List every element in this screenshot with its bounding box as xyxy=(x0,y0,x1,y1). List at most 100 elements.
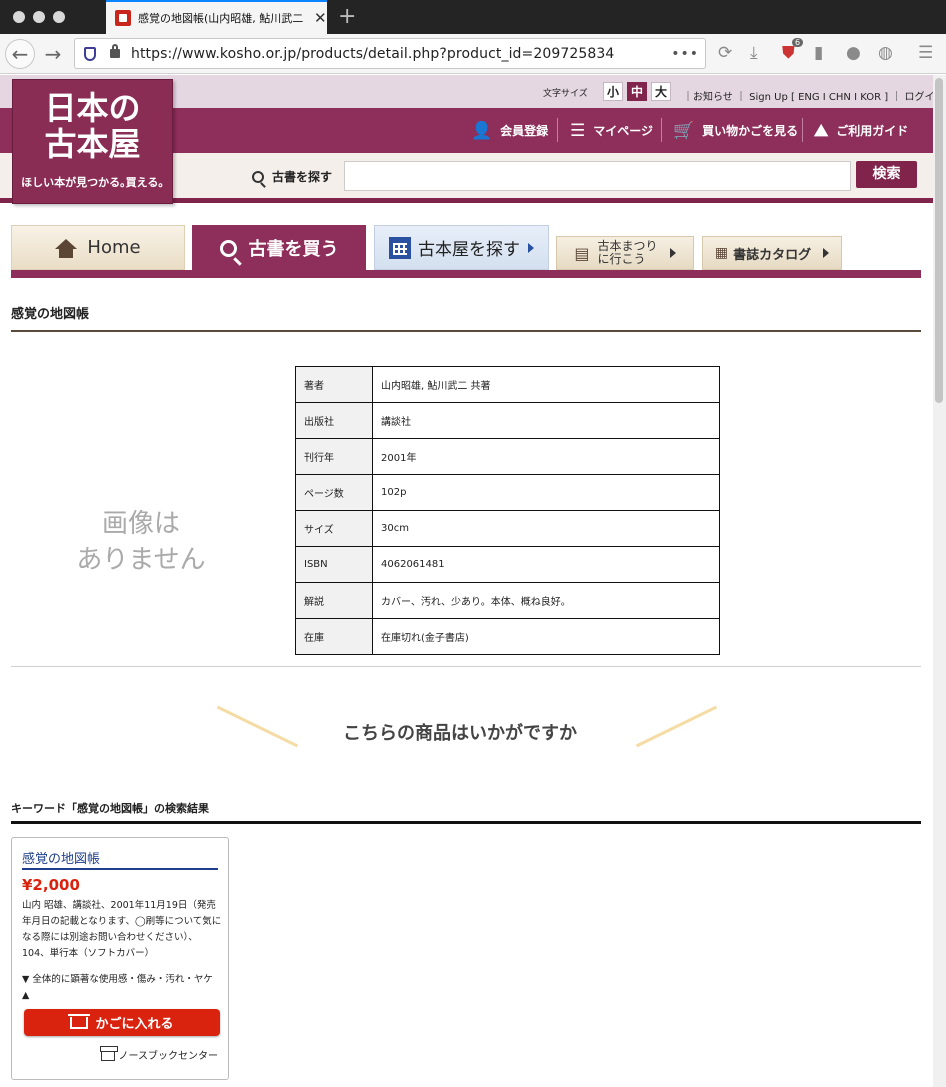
arrow-right-icon xyxy=(528,242,534,253)
page-actions-icon[interactable]: ••• xyxy=(671,46,699,62)
cart-link[interactable]: 🛒 買い物かごを見る xyxy=(673,108,798,153)
title-divider xyxy=(11,330,921,332)
arrow-right-icon xyxy=(823,248,830,258)
detail-key: 在庫 xyxy=(295,618,373,655)
logo-tagline: ほしい本が見つかる｡買える｡ xyxy=(21,176,164,189)
font-size-small-button[interactable]: 小 xyxy=(603,82,623,101)
tab-home[interactable]: Home xyxy=(11,225,185,270)
download-icon[interactable]: ⤓ xyxy=(750,43,758,63)
mypage-link[interactable]: ☰ マイページ xyxy=(570,108,653,153)
arrow-right-icon xyxy=(669,248,676,258)
menu-divider xyxy=(557,118,558,142)
menu-divider xyxy=(802,118,803,142)
close-tab-icon[interactable]: ✕ xyxy=(314,9,327,27)
logo-text-line1: 日本の xyxy=(44,89,141,127)
books-icon: ▤ xyxy=(574,243,590,263)
maximize-window-button[interactable] xyxy=(53,11,65,23)
search-label: 古書を探す xyxy=(252,168,332,185)
product-card-description: 山内 昭雄、講談社、2001年11月19日（発売年月日の記載となります、◯刷等に… xyxy=(22,900,222,959)
product-card: 感覚の地図帳 ¥2,000 山内 昭雄、講談社、2001年11月19日（発売年月… xyxy=(11,837,229,1080)
shop-link[interactable]: ノースブックセンター xyxy=(99,1046,219,1062)
detail-key: 解説 xyxy=(295,582,373,619)
mypage-label: マイページ xyxy=(593,124,654,138)
tab-catalog-label: 書誌カタログ xyxy=(733,247,812,263)
table-row: ページ数 102p xyxy=(295,474,720,511)
detail-value: 30cm xyxy=(372,510,720,547)
page-title: 感覚の地図帳 xyxy=(11,307,90,322)
url-text[interactable]: https://www.kosho.or.jp/products/detail.… xyxy=(131,46,614,62)
shop-icon xyxy=(99,1046,118,1061)
home-icon xyxy=(55,238,78,258)
font-size-large-button[interactable]: 大 xyxy=(651,82,671,101)
detail-value: 102p xyxy=(372,474,720,511)
address-bar[interactable]: https://www.kosho.or.jp/products/detail.… xyxy=(74,38,706,69)
table-row: ISBN 4062061481 xyxy=(295,546,720,583)
extension-badge: 6 xyxy=(792,38,804,47)
cart-icon: 🛒 xyxy=(673,120,695,141)
detail-value: 講談社 xyxy=(372,402,720,439)
product-card-title[interactable]: 感覚の地図帳 xyxy=(22,848,218,870)
tab-find-shop-label: 古本屋を探す xyxy=(418,240,520,260)
catalog-icon: ▦ xyxy=(714,245,729,261)
forward-button[interactable]: → xyxy=(38,39,68,69)
search-icon xyxy=(252,170,264,183)
add-to-cart-button[interactable]: かごに入れる xyxy=(24,1009,220,1036)
product-card-condition[interactable]: ▼ 全体的に顕著な使用感・傷み・汚れ・ヤケ ▲ xyxy=(22,972,222,1004)
decor-line-right xyxy=(635,705,718,748)
detail-value: カバー、汚れ、少あり。本体、概ね良好。 xyxy=(372,582,720,619)
table-row: 刊行年 2001年 xyxy=(295,438,720,475)
font-size-medium-button[interactable]: 中 xyxy=(627,82,647,101)
guide-icon: ⛰ xyxy=(814,120,829,141)
close-window-button[interactable] xyxy=(13,11,25,23)
keyword-divider xyxy=(11,821,921,824)
back-button[interactable]: ← xyxy=(5,39,35,69)
user-add-icon: 👤 xyxy=(471,120,493,141)
lock-icon[interactable] xyxy=(110,44,120,58)
no-image-line2: ありません xyxy=(76,545,206,575)
new-tab-button[interactable]: + xyxy=(338,4,356,29)
cart-label: 買い物かごを見る xyxy=(702,124,799,138)
product-details-table: 著者 山内昭雄, 鮎川武二 共著 出版社 講談社 刊行年 2001年 ページ数 102p… xyxy=(295,366,720,655)
product-card-price: ¥2,000 xyxy=(22,876,80,894)
detail-key: 著者 xyxy=(295,366,373,403)
search-input[interactable] xyxy=(344,161,851,191)
detail-value: 2001年 xyxy=(372,438,720,475)
tab-home-label: Home xyxy=(87,237,141,258)
detail-value: 山内昭雄, 鮎川武二 共著 xyxy=(372,366,720,403)
minimize-window-button[interactable] xyxy=(33,11,45,23)
keyword-results-title: キーワード「感覚の地図帳」の検索結果 xyxy=(11,802,209,815)
menu-icon[interactable]: ☰ xyxy=(918,43,933,63)
tab-festival-line2: に行こう xyxy=(597,252,646,266)
search-button[interactable]: 検索 xyxy=(856,161,917,188)
tab-catalog[interactable]: ▦ 書誌カタログ xyxy=(702,236,842,270)
detail-key: ページ数 xyxy=(295,474,373,511)
detail-key: 出版社 xyxy=(295,402,373,439)
register-link[interactable]: 👤 会員登録 xyxy=(471,108,548,153)
basket-icon xyxy=(68,1013,91,1029)
extension-icon-2[interactable]: ● xyxy=(846,43,861,63)
top-links[interactable]: ｜お知らせ ｜ Sign Up [ ENG I CHN I KOR ] ｜ ログ… xyxy=(683,88,946,103)
tab-festival[interactable]: ▤ 古本まつり に行こう xyxy=(556,236,694,270)
shop-name: ノースブックセンター xyxy=(118,1051,219,1062)
menu-divider xyxy=(661,118,662,142)
table-row: 在庫 在庫切れ(金子書店) xyxy=(295,618,720,655)
tab-festival-label: 古本まつり に行こう xyxy=(598,240,658,266)
search-icon xyxy=(219,239,237,257)
table-row: 出版社 講談社 xyxy=(295,402,720,439)
register-label: 会員登録 xyxy=(500,124,549,138)
tab-buy[interactable]: 古書を買う xyxy=(192,225,366,271)
tracking-protection-icon[interactable] xyxy=(84,46,96,61)
extension-icon[interactable]: ▮ xyxy=(814,43,823,63)
tab-find-shop[interactable]: 古本屋を探す xyxy=(374,225,549,270)
site-logo[interactable]: 日本の 古本屋 ほしい本が見つかる｡買える｡ xyxy=(12,79,173,204)
table-row: 解説 カバー、汚れ、少あり。本体、概ね良好。 xyxy=(295,582,720,619)
guide-link[interactable]: ⛰ ご利用ガイド xyxy=(814,108,908,153)
reload-icon[interactable]: ⟳ xyxy=(718,43,732,63)
extension-icon-3[interactable]: ◍ xyxy=(878,43,893,63)
scrollbar-thumb[interactable] xyxy=(935,78,943,403)
section-divider xyxy=(11,666,921,667)
tab-title: 感覚の地図帳(山内昭雄, 鮎川武二 xyxy=(138,12,304,25)
table-row: サイズ 30cm xyxy=(295,510,720,547)
browser-tab[interactable]: 感覚の地図帳(山内昭雄, 鮎川武二 ✕ xyxy=(106,0,327,34)
detail-key: サイズ xyxy=(295,510,373,547)
